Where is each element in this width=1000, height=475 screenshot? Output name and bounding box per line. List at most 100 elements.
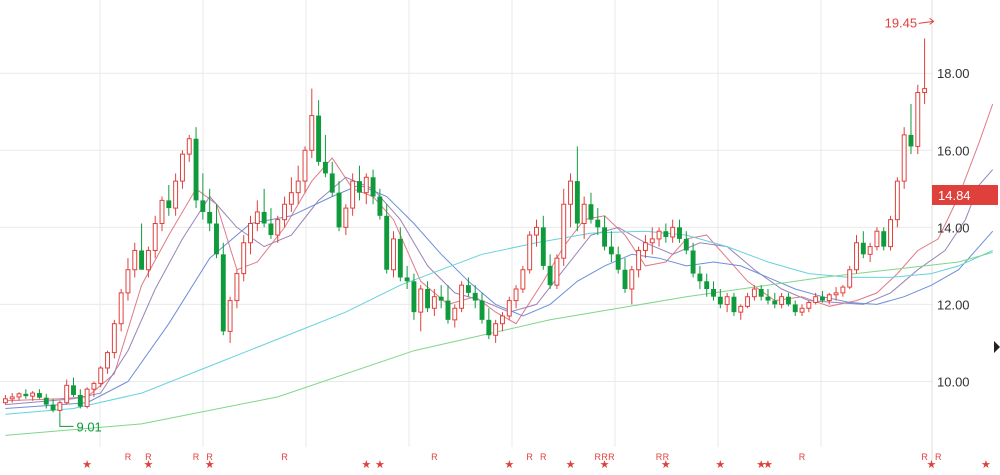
candle [779, 292, 785, 309]
candle-body-up [111, 323, 117, 354]
candle-body-up [241, 242, 247, 275]
candle-body-down [820, 296, 825, 301]
candle [220, 242, 226, 336]
candle-body-up [343, 207, 349, 228]
candle [588, 192, 594, 224]
star-marker: ★ [82, 459, 92, 470]
candle [561, 188, 567, 266]
last-price-value: 14.84 [938, 188, 971, 203]
candle [677, 219, 682, 243]
candle-body-down [697, 273, 703, 282]
candle-body-up [282, 203, 288, 221]
candle [738, 304, 744, 320]
candle-body-up [840, 286, 846, 294]
candle-body-down [717, 296, 723, 305]
candle [663, 223, 669, 243]
candle [554, 254, 560, 290]
candle [2, 394, 8, 405]
candle-body-up [649, 238, 655, 244]
candle-body-down [36, 393, 42, 398]
candle-body-up [350, 180, 356, 209]
candle [295, 165, 301, 205]
candle [915, 84, 921, 155]
candle [901, 127, 907, 189]
candle-body-down [465, 285, 471, 293]
candle-body-up [302, 149, 308, 182]
stock-kline-chart: ★ R R ★ R R ★ R ★ ★ R ★ R R ★ R R R ★ R R ★ ★ ★ ★ R R R ★ ★ 10.00 12.0… [0, 0, 1000, 471]
candle [602, 215, 608, 251]
candle [894, 177, 900, 228]
candle [214, 204, 219, 259]
candle-body-up [186, 138, 192, 155]
candle [282, 196, 288, 228]
candle-body-down [200, 200, 206, 212]
candle-body-down [329, 173, 335, 193]
candle-body-up [431, 296, 437, 309]
candle-body-down [193, 138, 199, 201]
candle [452, 304, 458, 328]
candle [343, 204, 349, 236]
candle-body-up [922, 88, 928, 93]
candle-body-down [438, 296, 444, 301]
candle-body-up [57, 402, 63, 411]
candle [840, 285, 846, 297]
candle-body-up [527, 234, 533, 271]
candle [397, 227, 403, 282]
scroll-right-icon[interactable] [994, 341, 1000, 353]
candle-body-down [860, 242, 866, 255]
candle [254, 200, 260, 232]
candle [234, 269, 240, 309]
grid-layer [0, 0, 933, 470]
candle [377, 188, 383, 220]
r-marker: R [125, 452, 132, 462]
candle-body-up [254, 211, 260, 224]
candle [227, 296, 233, 343]
candle [874, 227, 880, 251]
candle-body-down [268, 223, 274, 236]
candle [64, 379, 70, 405]
candle [193, 127, 199, 209]
candle [629, 265, 635, 305]
candle [268, 208, 274, 239]
star-marker: ★ [504, 459, 514, 470]
candle-body-up [867, 246, 873, 255]
candle-body-down [602, 227, 608, 247]
candle-body-down [792, 304, 798, 313]
candle-body-up [799, 307, 805, 313]
candle-body-up [656, 230, 662, 240]
candle-body-up [84, 388, 90, 408]
candle [540, 215, 546, 270]
candle-body-down [404, 277, 410, 282]
low-price-arrow [59, 412, 74, 427]
candle-body-down [622, 269, 628, 290]
low-price-annotation: 9.01 [59, 412, 102, 434]
candle-body-down [690, 250, 696, 274]
candle-body-up [452, 307, 458, 321]
candle [595, 208, 601, 236]
star-marker: ★ [763, 459, 773, 470]
candle [288, 177, 294, 212]
candle [16, 392, 22, 401]
candle-body-up [295, 180, 301, 194]
candle-body-up [132, 249, 138, 271]
star-marker: ★ [600, 459, 610, 470]
candlestick-plot: ★R R★R R★R★ ★R★R R★R R R★R R★ ★ ★★R R R★ ★ 10.0012.0… [0, 0, 1000, 471]
candle [642, 235, 648, 259]
candle-body-up [915, 91, 921, 147]
candle-body-up [125, 269, 131, 294]
candle-body-up [152, 223, 158, 251]
candle-body-down [663, 231, 669, 237]
candle [23, 389, 29, 399]
candle [248, 215, 253, 255]
candle-body-up [534, 226, 539, 236]
candle-body-up [670, 226, 676, 238]
candle-body-up [813, 296, 819, 303]
candle [792, 300, 798, 316]
candle [465, 277, 471, 297]
candle [363, 173, 369, 205]
r-marker: R [431, 452, 438, 462]
candle-body-down [322, 161, 328, 174]
candle [724, 292, 730, 313]
candle [445, 285, 451, 324]
candle [527, 231, 533, 274]
